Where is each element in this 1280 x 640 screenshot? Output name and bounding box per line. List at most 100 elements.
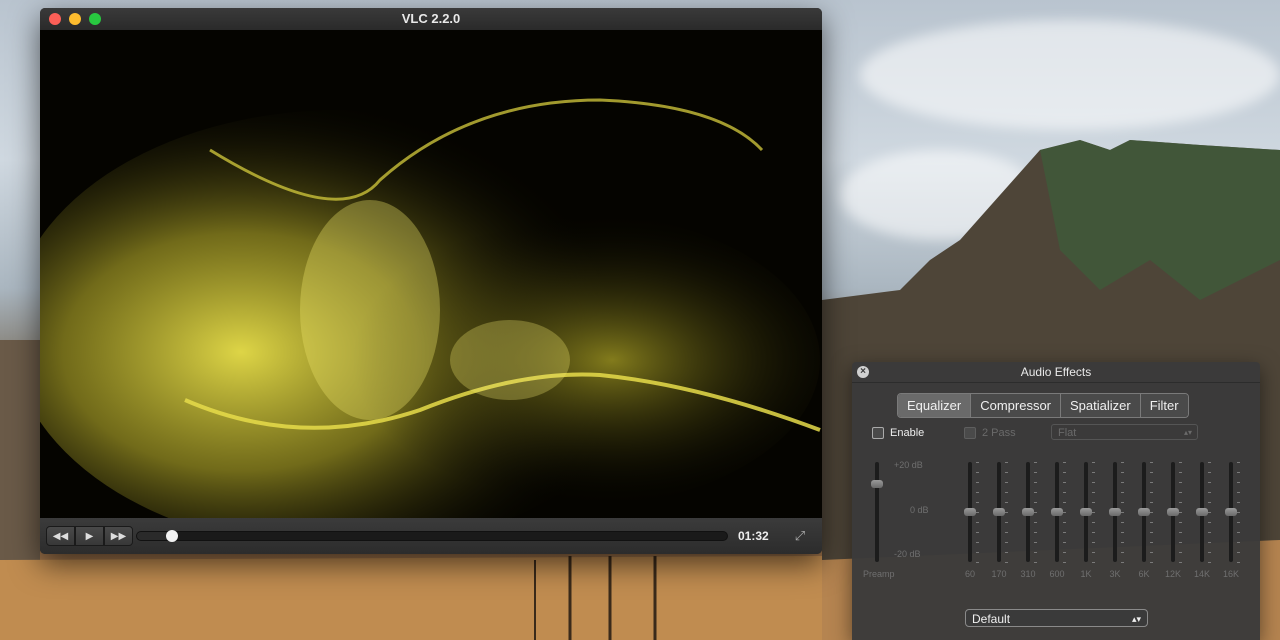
vlc-window: VLC 2.2.0 ◀◀ ▶ ▶▶ 01:32 ⤢ bbox=[40, 8, 822, 554]
slider-tick bbox=[1063, 522, 1066, 523]
slider-tick bbox=[1092, 552, 1095, 553]
seek-knob[interactable] bbox=[166, 530, 179, 542]
band-slider-3k[interactable] bbox=[1109, 462, 1121, 562]
slider-tick bbox=[1208, 512, 1211, 513]
two-pass-checkbox-box[interactable] bbox=[964, 427, 976, 439]
band-slider-knob[interactable] bbox=[964, 508, 976, 516]
slider-tick bbox=[1005, 542, 1008, 543]
slider-tick bbox=[1063, 482, 1066, 483]
audio-effects-title-bar[interactable]: × Audio Effects bbox=[852, 362, 1260, 383]
band-label: 12K bbox=[1164, 569, 1181, 579]
slider-tick bbox=[1179, 492, 1182, 493]
forward-button[interactable]: ▶▶ bbox=[104, 526, 133, 546]
slider-tick bbox=[1063, 542, 1066, 543]
slider-tick bbox=[1237, 542, 1240, 543]
slider-tick bbox=[1092, 502, 1095, 503]
slider-tick bbox=[1179, 482, 1182, 483]
band-slider-310[interactable] bbox=[1022, 462, 1034, 562]
slider-tick bbox=[976, 472, 979, 473]
slider-tick bbox=[1121, 502, 1124, 503]
band-slider-knob[interactable] bbox=[1051, 508, 1063, 516]
slider-tick bbox=[1208, 462, 1211, 463]
slider-tick bbox=[1063, 562, 1066, 563]
band-label: 1K bbox=[1080, 569, 1092, 579]
band-label: 3K bbox=[1109, 569, 1121, 579]
slider-tick bbox=[1092, 492, 1095, 493]
band-slider-knob[interactable] bbox=[1167, 508, 1179, 516]
title-bar[interactable]: VLC 2.2.0 bbox=[40, 8, 822, 30]
play-button[interactable]: ▶ bbox=[75, 526, 104, 546]
slider-tick bbox=[1150, 522, 1153, 523]
slider-tick bbox=[1179, 462, 1182, 463]
slider-tick bbox=[1179, 472, 1182, 473]
enable-checkbox[interactable]: Enable bbox=[872, 427, 924, 439]
slider-tick bbox=[976, 502, 979, 503]
band-label: 16K bbox=[1222, 569, 1239, 579]
slider-tick bbox=[1150, 552, 1153, 553]
band-slider-knob[interactable] bbox=[1138, 508, 1150, 516]
tab-filter[interactable]: Filter bbox=[1140, 394, 1188, 417]
elapsed-time: 01:32 bbox=[738, 529, 769, 543]
seek-bar[interactable] bbox=[136, 530, 728, 542]
slider-tick bbox=[1150, 562, 1153, 563]
window-title: VLC 2.2.0 bbox=[401, 11, 461, 26]
slider-tick bbox=[1179, 542, 1182, 543]
slider-tick bbox=[1092, 522, 1095, 523]
two-pass-label: 2 Pass bbox=[982, 427, 1016, 439]
band-slider-600[interactable] bbox=[1051, 462, 1063, 562]
slider-tick bbox=[976, 562, 979, 563]
slider-tick bbox=[1121, 512, 1124, 513]
slider-tick bbox=[1063, 512, 1066, 513]
band-slider-knob[interactable] bbox=[1080, 508, 1092, 516]
fullscreen-icon: ⤢ bbox=[794, 528, 806, 543]
slider-tick bbox=[1034, 552, 1037, 553]
band-slider-1k[interactable] bbox=[1080, 462, 1092, 562]
enable-checkbox-box[interactable] bbox=[872, 427, 884, 439]
slider-tick bbox=[1034, 522, 1037, 523]
slider-tick bbox=[976, 552, 979, 553]
band-slider-knob[interactable] bbox=[1109, 508, 1121, 516]
band-slider-knob[interactable] bbox=[1196, 508, 1208, 516]
band-slider-170[interactable] bbox=[993, 462, 1005, 562]
band-slider-6k[interactable] bbox=[1138, 462, 1150, 562]
slider-tick bbox=[976, 512, 979, 513]
slider-tick bbox=[1179, 552, 1182, 553]
fast-forward-icon: ▶▶ bbox=[110, 530, 127, 542]
slider-tick bbox=[1092, 512, 1095, 513]
slider-tick bbox=[1005, 552, 1008, 553]
slider-tick bbox=[1237, 522, 1240, 523]
effects-preset-select[interactable]: Default ▴▾ bbox=[965, 609, 1148, 627]
tab-compressor[interactable]: Compressor bbox=[971, 394, 1061, 417]
video-area[interactable] bbox=[40, 30, 822, 518]
slider-tick bbox=[1121, 552, 1124, 553]
slider-tick bbox=[1034, 502, 1037, 503]
slider-tick bbox=[1121, 492, 1124, 493]
enable-label: Enable bbox=[890, 427, 925, 439]
slider-tick bbox=[1005, 512, 1008, 513]
equalizer-preset-select[interactable]: Flat ▴▾ bbox=[1051, 424, 1198, 440]
band-slider-knob[interactable] bbox=[993, 508, 1005, 516]
slider-tick bbox=[1208, 562, 1211, 563]
tab-spatializer[interactable]: Spatializer bbox=[1061, 394, 1141, 417]
slider-tick bbox=[1179, 522, 1182, 523]
slider-tick bbox=[1237, 492, 1240, 493]
band-slider-60[interactable] bbox=[964, 462, 976, 562]
slider-tick bbox=[1237, 462, 1240, 463]
slider-tick bbox=[1005, 502, 1008, 503]
rewind-button[interactable]: ◀◀ bbox=[46, 526, 75, 546]
slider-tick bbox=[1150, 502, 1153, 503]
slider-tick bbox=[1092, 542, 1095, 543]
band-slider-12k[interactable] bbox=[1167, 462, 1179, 562]
band-slider-16k[interactable] bbox=[1225, 462, 1237, 562]
fullscreen-button[interactable]: ⤢ bbox=[792, 528, 808, 544]
two-pass-checkbox[interactable]: 2 Pass bbox=[964, 427, 1016, 439]
preamp-slider[interactable] bbox=[871, 462, 883, 562]
band-slider-14k[interactable] bbox=[1196, 462, 1208, 562]
video-frame-visualization bbox=[40, 30, 822, 518]
slider-tick bbox=[1121, 542, 1124, 543]
band-label: 600 bbox=[1049, 569, 1065, 579]
band-slider-knob[interactable] bbox=[1225, 508, 1237, 516]
tab-equalizer[interactable]: Equalizer bbox=[898, 394, 972, 417]
band-slider-knob[interactable] bbox=[1022, 508, 1034, 516]
preamp-slider-knob[interactable] bbox=[871, 480, 883, 488]
